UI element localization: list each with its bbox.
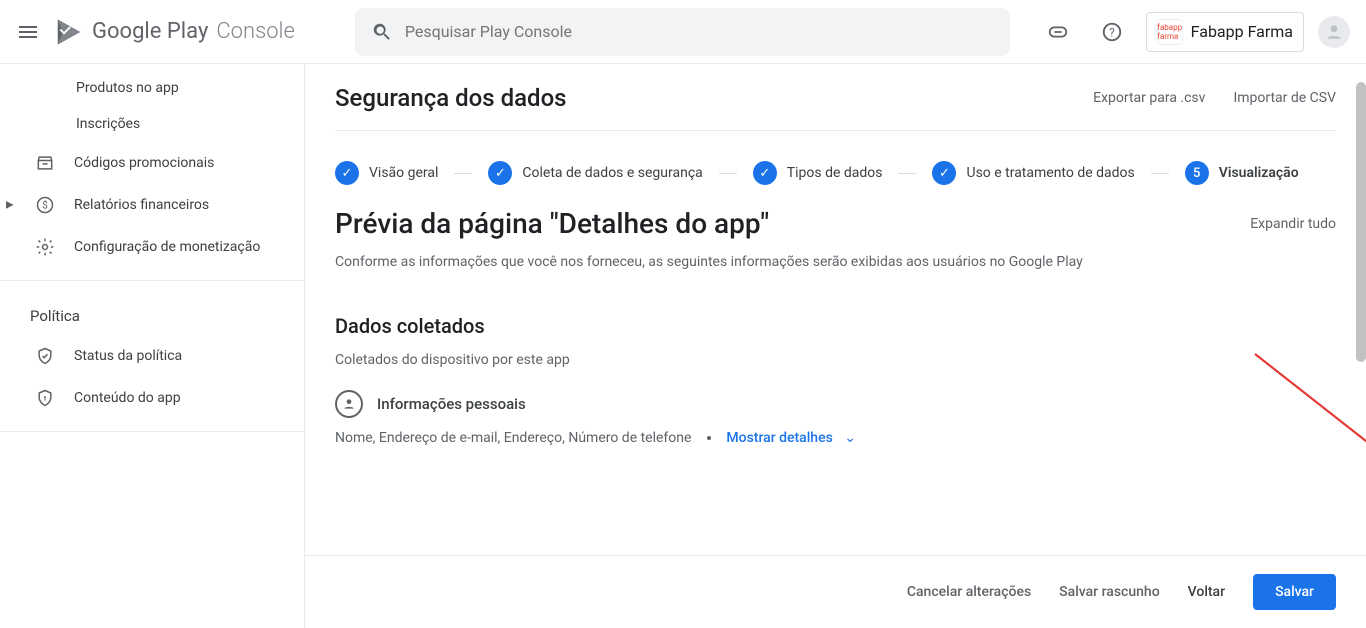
show-details-link[interactable]: Mostrar detalhes bbox=[726, 430, 832, 446]
search-icon bbox=[371, 21, 393, 43]
sidebar: Produtos no app Inscrições Códigos promo… bbox=[0, 64, 305, 628]
sidebar-item-label: Relatórios financeiros bbox=[74, 197, 209, 213]
header-links: Exportar para .csv Importar de CSV bbox=[1093, 90, 1336, 106]
brand-name-1: Google Play bbox=[92, 19, 208, 44]
save-draft-button[interactable]: Salvar rascunho bbox=[1059, 584, 1159, 600]
collected-sub: Coletados do dispositivo por este app bbox=[335, 352, 1336, 368]
gear-icon bbox=[34, 236, 56, 258]
sidebar-item-subscriptions[interactable]: Inscrições bbox=[0, 106, 304, 142]
sidebar-item-promos[interactable]: Códigos promocionais bbox=[0, 142, 304, 184]
logo[interactable]: Google Play Console bbox=[54, 17, 295, 47]
chevron-down-icon: ⌄ bbox=[844, 430, 856, 446]
svg-text:$: $ bbox=[42, 198, 48, 211]
step-separator bbox=[454, 173, 472, 174]
step-preview[interactable]: 5 Visualização bbox=[1185, 161, 1299, 185]
footer: Cancelar alterações Salvar rascunho Volt… bbox=[305, 555, 1366, 628]
export-csv-link[interactable]: Exportar para .csv bbox=[1093, 90, 1205, 106]
sidebar-item-label: Configuração de monetização bbox=[74, 239, 260, 255]
shield-icon bbox=[34, 387, 56, 409]
sidebar-item-label: Produtos no app bbox=[76, 80, 179, 96]
step-label: Uso e tratamento de dados bbox=[966, 165, 1134, 181]
main: Segurança dos dados Exportar para .csv I… bbox=[305, 64, 1366, 628]
main-scroll: Segurança dos dados Exportar para .csv I… bbox=[305, 64, 1366, 555]
sidebar-item-policy-status[interactable]: Status da política bbox=[0, 335, 304, 377]
step-label: Visualização bbox=[1219, 165, 1299, 181]
sidebar-item-label: Inscrições bbox=[76, 116, 140, 132]
brand-name-2: Console bbox=[216, 19, 295, 44]
divider bbox=[0, 280, 304, 281]
person-icon bbox=[335, 390, 363, 418]
sidebar-item-label: Status da política bbox=[74, 348, 182, 364]
chevron-right-icon: ▶ bbox=[6, 200, 14, 211]
scrollbar-thumb[interactable] bbox=[1356, 82, 1366, 362]
sidebar-item-products[interactable]: Produtos no app bbox=[0, 70, 304, 106]
expand-all[interactable]: Expandir tudo bbox=[1250, 216, 1336, 232]
step-label: Tipos de dados bbox=[787, 165, 883, 181]
step-label: Coleta de dados e segurança bbox=[522, 165, 702, 181]
step-collection[interactable]: ✓ Coleta de dados e segurança bbox=[488, 161, 702, 185]
help-icon[interactable]: ? bbox=[1092, 12, 1132, 52]
stepper: ✓ Visão geral ✓ Coleta de dados e seguranç… bbox=[335, 161, 1336, 185]
account-chip[interactable]: fabapp farma Fabapp Farma bbox=[1146, 12, 1304, 52]
step-overview[interactable]: ✓ Visão geral bbox=[335, 161, 438, 185]
cancel-button[interactable]: Cancelar alterações bbox=[907, 584, 1031, 600]
app-mini-icon: fabapp farma bbox=[1157, 19, 1183, 45]
step-separator bbox=[1151, 173, 1169, 174]
step-types[interactable]: ✓ Tipos de dados bbox=[753, 161, 883, 185]
collected-list-row: Nome, Endereço de e-mail, Endereço, Núme… bbox=[335, 430, 1336, 446]
check-icon: ✓ bbox=[753, 161, 777, 185]
save-button[interactable]: Salvar bbox=[1253, 574, 1336, 610]
step-usage[interactable]: ✓ Uso e tratamento de dados bbox=[932, 161, 1134, 185]
step-number: 5 bbox=[1185, 161, 1209, 185]
section-header: Prévia da página "Detalhes do app" Expan… bbox=[335, 207, 1336, 240]
dot-separator bbox=[707, 436, 711, 440]
collected-list: Nome, Endereço de e-mail, Endereço, Núme… bbox=[335, 430, 691, 446]
check-icon: ✓ bbox=[932, 161, 956, 185]
storefront-icon bbox=[34, 152, 56, 174]
import-csv-link[interactable]: Importar de CSV bbox=[1233, 90, 1336, 106]
step-label: Visão geral bbox=[369, 165, 438, 181]
back-button[interactable]: Voltar bbox=[1188, 584, 1225, 600]
user-avatar[interactable] bbox=[1318, 16, 1350, 48]
sidebar-item-app-content[interactable]: Conteúdo do app bbox=[0, 377, 304, 419]
check-icon: ✓ bbox=[335, 161, 359, 185]
search-bar[interactable] bbox=[355, 8, 1010, 56]
top-icons: ? fabapp farma Fabapp Farma bbox=[1038, 12, 1350, 52]
sidebar-item-finance[interactable]: ▶ $ Relatórios financeiros bbox=[0, 184, 304, 226]
shield-check-icon bbox=[34, 345, 56, 367]
page-header: Segurança dos dados Exportar para .csv I… bbox=[335, 84, 1336, 131]
dollar-icon: $ bbox=[34, 194, 56, 216]
sidebar-item-label: Conteúdo do app bbox=[74, 390, 181, 406]
sidebar-item-monetization[interactable]: Configuração de monetização bbox=[0, 226, 304, 268]
divider bbox=[0, 431, 304, 432]
sidebar-item-label: Códigos promocionais bbox=[74, 155, 214, 171]
step-separator bbox=[898, 173, 916, 174]
topbar: Google Play Console ? fabapp farma Fabap… bbox=[0, 0, 1366, 64]
info-label: Informações pessoais bbox=[377, 395, 526, 413]
hamburger-icon[interactable] bbox=[16, 20, 40, 44]
sidebar-section-policy: Política bbox=[0, 293, 304, 335]
page-title: Segurança dos dados bbox=[335, 84, 567, 112]
svg-text:?: ? bbox=[1109, 25, 1115, 39]
info-row: Informações pessoais bbox=[335, 390, 1336, 418]
play-console-icon bbox=[54, 17, 84, 47]
link-icon[interactable] bbox=[1038, 12, 1078, 52]
section-desc: Conforme as informações que você nos for… bbox=[335, 254, 1336, 270]
account-name: Fabapp Farma bbox=[1191, 22, 1293, 41]
section-title: Prévia da página "Detalhes do app" bbox=[335, 207, 769, 240]
check-icon: ✓ bbox=[488, 161, 512, 185]
step-separator bbox=[719, 173, 737, 174]
collected-title: Dados coletados bbox=[335, 314, 1336, 338]
search-input[interactable] bbox=[405, 22, 994, 41]
